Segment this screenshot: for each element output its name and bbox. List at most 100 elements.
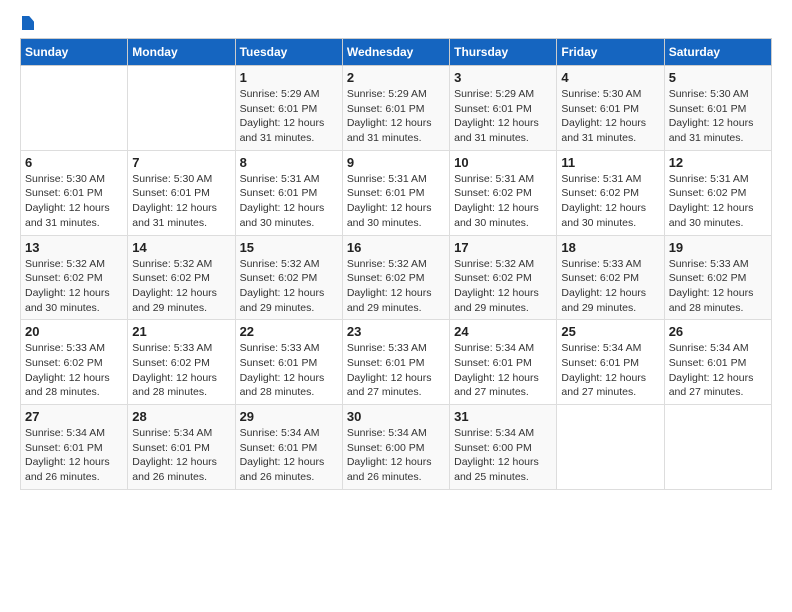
column-header-friday: Friday — [557, 39, 664, 66]
column-header-wednesday: Wednesday — [342, 39, 449, 66]
day-number: 19 — [669, 240, 767, 255]
day-info: Sunrise: 5:31 AM Sunset: 6:02 PM Dayligh… — [561, 172, 659, 231]
day-info: Sunrise: 5:34 AM Sunset: 6:01 PM Dayligh… — [561, 341, 659, 400]
day-number: 12 — [669, 155, 767, 170]
day-number: 21 — [132, 324, 230, 339]
day-number: 6 — [25, 155, 123, 170]
day-number: 16 — [347, 240, 445, 255]
day-number: 17 — [454, 240, 552, 255]
day-cell — [664, 405, 771, 490]
day-number: 26 — [669, 324, 767, 339]
day-cell: 28 Sunrise: 5:34 AM Sunset: 6:01 PM Dayli… — [128, 405, 235, 490]
column-header-saturday: Saturday — [664, 39, 771, 66]
day-number: 18 — [561, 240, 659, 255]
day-cell: 23 Sunrise: 5:33 AM Sunset: 6:01 PM Dayli… — [342, 320, 449, 405]
column-header-tuesday: Tuesday — [235, 39, 342, 66]
logo — [20, 16, 34, 30]
week-row-3: 13Sunrise: 5:32 AM Sunset: 6:02 PM Dayli… — [21, 235, 772, 320]
header — [20, 16, 772, 30]
day-cell: 1 Sunrise: 5:29 AM Sunset: 6:01 PM Daylig… — [235, 66, 342, 151]
day-info: Sunrise: 5:30 AM Sunset: 6:01 PM Dayligh… — [25, 172, 123, 231]
day-info: Sunrise: 5:34 AM Sunset: 6:01 PM Dayligh… — [132, 426, 230, 485]
day-info: Sunrise: 5:32 AM Sunset: 6:02 PM Dayligh… — [25, 257, 123, 316]
day-cell: 7Sunrise: 5:30 AM Sunset: 6:01 PM Daylig… — [128, 150, 235, 235]
week-row-5: 27Sunrise: 5:34 AM Sunset: 6:01 PM Dayli… — [21, 405, 772, 490]
day-number: 5 — [669, 70, 767, 85]
day-cell: 26 Sunrise: 5:34 AM Sunset: 6:01 PM Dayli… — [664, 320, 771, 405]
day-info: Sunrise: 5:32 AM Sunset: 6:02 PM Dayligh… — [240, 257, 338, 316]
day-cell: 29 Sunrise: 5:34 AM Sunset: 6:01 PM Dayli… — [235, 405, 342, 490]
day-number: 25 — [561, 324, 659, 339]
day-number: 7 — [132, 155, 230, 170]
day-info: Sunrise: 5:34 AM Sunset: 6:01 PM Dayligh… — [25, 426, 123, 485]
day-number: 28 — [132, 409, 230, 424]
day-cell: 19 Sunrise: 5:33 AM Sunset: 6:02 PM Dayli… — [664, 235, 771, 320]
day-cell: 14 Sunrise: 5:32 AM Sunset: 6:02 PM Dayli… — [128, 235, 235, 320]
day-cell: 13Sunrise: 5:32 AM Sunset: 6:02 PM Dayli… — [21, 235, 128, 320]
day-info: Sunrise: 5:32 AM Sunset: 6:02 PM Dayligh… — [132, 257, 230, 316]
day-cell — [557, 405, 664, 490]
day-info: Sunrise: 5:33 AM Sunset: 6:02 PM Dayligh… — [132, 341, 230, 400]
week-row-1: 1 Sunrise: 5:29 AM Sunset: 6:01 PM Daylig… — [21, 66, 772, 151]
day-number: 8 — [240, 155, 338, 170]
day-number: 30 — [347, 409, 445, 424]
day-info: Sunrise: 5:34 AM Sunset: 6:00 PM Dayligh… — [454, 426, 552, 485]
day-number: 15 — [240, 240, 338, 255]
day-info: Sunrise: 5:32 AM Sunset: 6:02 PM Dayligh… — [454, 257, 552, 316]
day-info: Sunrise: 5:33 AM Sunset: 6:01 PM Dayligh… — [240, 341, 338, 400]
day-number: 9 — [347, 155, 445, 170]
day-info: Sunrise: 5:34 AM Sunset: 6:01 PM Dayligh… — [669, 341, 767, 400]
day-info: Sunrise: 5:33 AM Sunset: 6:01 PM Dayligh… — [347, 341, 445, 400]
day-info: Sunrise: 5:31 AM Sunset: 6:02 PM Dayligh… — [669, 172, 767, 231]
day-cell: 10Sunrise: 5:31 AM Sunset: 6:02 PM Dayli… — [450, 150, 557, 235]
day-cell: 27Sunrise: 5:34 AM Sunset: 6:01 PM Dayli… — [21, 405, 128, 490]
day-cell: 18 Sunrise: 5:33 AM Sunset: 6:02 PM Dayli… — [557, 235, 664, 320]
day-info: Sunrise: 5:33 AM Sunset: 6:02 PM Dayligh… — [669, 257, 767, 316]
day-info: Sunrise: 5:34 AM Sunset: 6:01 PM Dayligh… — [240, 426, 338, 485]
column-header-thursday: Thursday — [450, 39, 557, 66]
day-number: 4 — [561, 70, 659, 85]
day-cell: 9 Sunrise: 5:31 AM Sunset: 6:01 PM Daylig… — [342, 150, 449, 235]
day-cell: 2 Sunrise: 5:29 AM Sunset: 6:01 PM Daylig… — [342, 66, 449, 151]
day-info: Sunrise: 5:29 AM Sunset: 6:01 PM Dayligh… — [347, 87, 445, 146]
day-cell: 31 Sunrise: 5:34 AM Sunset: 6:00 PM Dayli… — [450, 405, 557, 490]
logo-icon — [22, 16, 34, 30]
day-number: 20 — [25, 324, 123, 339]
day-number: 3 — [454, 70, 552, 85]
day-cell: 21 Sunrise: 5:33 AM Sunset: 6:02 PM Dayli… — [128, 320, 235, 405]
day-number: 23 — [347, 324, 445, 339]
day-info: Sunrise: 5:34 AM Sunset: 6:00 PM Dayligh… — [347, 426, 445, 485]
day-info: Sunrise: 5:31 AM Sunset: 6:02 PM Dayligh… — [454, 172, 552, 231]
day-cell — [21, 66, 128, 151]
day-number: 1 — [240, 70, 338, 85]
week-row-2: 6 Sunrise: 5:30 AM Sunset: 6:01 PM Daylig… — [21, 150, 772, 235]
day-number: 29 — [240, 409, 338, 424]
day-cell: 4Sunrise: 5:30 AM Sunset: 6:01 PM Daylig… — [557, 66, 664, 151]
day-number: 14 — [132, 240, 230, 255]
day-cell: 6 Sunrise: 5:30 AM Sunset: 6:01 PM Daylig… — [21, 150, 128, 235]
day-number: 31 — [454, 409, 552, 424]
day-number: 22 — [240, 324, 338, 339]
day-cell: 15 Sunrise: 5:32 AM Sunset: 6:02 PM Dayli… — [235, 235, 342, 320]
day-info: Sunrise: 5:29 AM Sunset: 6:01 PM Dayligh… — [240, 87, 338, 146]
day-cell: 25 Sunrise: 5:34 AM Sunset: 6:01 PM Dayli… — [557, 320, 664, 405]
column-header-sunday: Sunday — [21, 39, 128, 66]
day-cell: 20 Sunrise: 5:33 AM Sunset: 6:02 PM Dayli… — [21, 320, 128, 405]
day-cell: 8 Sunrise: 5:31 AM Sunset: 6:01 PM Daylig… — [235, 150, 342, 235]
day-cell — [128, 66, 235, 151]
day-info: Sunrise: 5:31 AM Sunset: 6:01 PM Dayligh… — [347, 172, 445, 231]
day-cell: 30 Sunrise: 5:34 AM Sunset: 6:00 PM Dayli… — [342, 405, 449, 490]
week-row-4: 20 Sunrise: 5:33 AM Sunset: 6:02 PM Dayli… — [21, 320, 772, 405]
day-info: Sunrise: 5:30 AM Sunset: 6:01 PM Dayligh… — [669, 87, 767, 146]
day-cell: 5 Sunrise: 5:30 AM Sunset: 6:01 PM Daylig… — [664, 66, 771, 151]
day-info: Sunrise: 5:33 AM Sunset: 6:02 PM Dayligh… — [25, 341, 123, 400]
day-number: 2 — [347, 70, 445, 85]
day-cell: 17 Sunrise: 5:32 AM Sunset: 6:02 PM Dayli… — [450, 235, 557, 320]
column-header-monday: Monday — [128, 39, 235, 66]
day-info: Sunrise: 5:31 AM Sunset: 6:01 PM Dayligh… — [240, 172, 338, 231]
header-row: SundayMondayTuesdayWednesdayThursdayFrid… — [21, 39, 772, 66]
day-info: Sunrise: 5:33 AM Sunset: 6:02 PM Dayligh… — [561, 257, 659, 316]
day-cell: 24Sunrise: 5:34 AM Sunset: 6:01 PM Dayli… — [450, 320, 557, 405]
day-cell: 12 Sunrise: 5:31 AM Sunset: 6:02 PM Dayli… — [664, 150, 771, 235]
day-info: Sunrise: 5:34 AM Sunset: 6:01 PM Dayligh… — [454, 341, 552, 400]
